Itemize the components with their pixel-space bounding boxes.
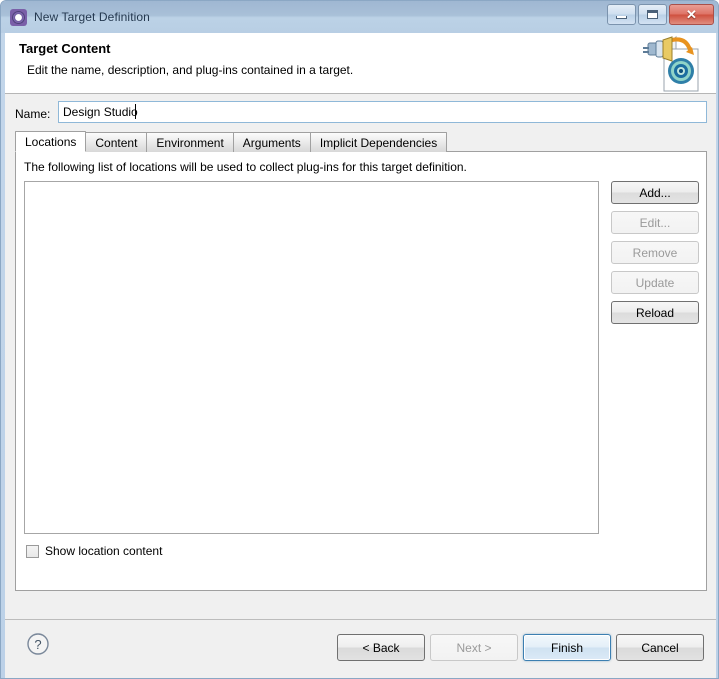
next-button: Next > bbox=[430, 634, 518, 661]
plug-to-target-page-icon bbox=[643, 35, 699, 92]
window-controls: ✕ bbox=[607, 4, 714, 25]
tab-implicit-dependencies[interactable]: Implicit Dependencies bbox=[309, 132, 448, 152]
minimize-icon bbox=[616, 15, 627, 19]
back-button[interactable]: < Back bbox=[337, 634, 425, 661]
close-button[interactable]: ✕ bbox=[669, 4, 714, 25]
page-description: Edit the name, description, and plug-ins… bbox=[27, 63, 354, 77]
title-bar[interactable]: New Target Definition ✕ bbox=[1, 1, 718, 33]
tab-locations[interactable]: Locations bbox=[15, 131, 87, 152]
tab-environment[interactable]: Environment bbox=[146, 132, 234, 152]
maximize-icon bbox=[647, 10, 658, 19]
locations-list[interactable] bbox=[24, 181, 599, 534]
update-button: Update bbox=[611, 271, 699, 294]
tab-content[interactable]: Content bbox=[85, 132, 148, 152]
locations-action-buttons: Add... Edit... Remove Update Reload bbox=[611, 181, 699, 324]
help-question-icon[interactable]: ? bbox=[26, 632, 50, 656]
dialog-body: Name: Locations Content Environment Argu… bbox=[5, 94, 716, 619]
tab-strip: Locations Content Environment Arguments … bbox=[15, 131, 448, 152]
show-location-content-label: Show location content bbox=[45, 544, 163, 558]
name-input[interactable] bbox=[58, 101, 707, 123]
dialog-window: New Target Definition ✕ Target Content E… bbox=[0, 0, 719, 679]
wizard-banner: Target Content Edit the name, descriptio… bbox=[5, 33, 716, 94]
name-label: Name: bbox=[15, 107, 51, 121]
close-icon: ✕ bbox=[686, 7, 697, 22]
window-title: New Target Definition bbox=[34, 10, 150, 24]
svg-text:?: ? bbox=[34, 637, 41, 652]
show-location-content-row[interactable]: Show location content bbox=[26, 544, 162, 558]
show-location-content-checkbox[interactable] bbox=[26, 544, 39, 558]
cancel-button[interactable]: Cancel bbox=[616, 634, 704, 661]
finish-button[interactable]: Finish bbox=[523, 634, 611, 661]
locations-tab-panel: The following list of locations will be … bbox=[15, 151, 707, 591]
edit-button: Edit... bbox=[611, 211, 699, 234]
minimize-button[interactable] bbox=[607, 4, 636, 25]
reload-button[interactable]: Reload bbox=[611, 301, 699, 324]
tab-arguments[interactable]: Arguments bbox=[232, 132, 311, 152]
add-button[interactable]: Add... bbox=[611, 181, 699, 204]
remove-button: Remove bbox=[611, 241, 699, 264]
maximize-button[interactable] bbox=[638, 4, 667, 25]
text-caret bbox=[135, 104, 136, 119]
target-definition-icon bbox=[10, 8, 27, 26]
dialog-footer: ? < Back Next > Finish Cancel bbox=[5, 619, 716, 678]
locations-description: The following list of locations will be … bbox=[24, 160, 467, 174]
wizard-buttons: < Back Next > Finish Cancel bbox=[337, 634, 704, 661]
page-title: Target Content bbox=[19, 41, 111, 56]
